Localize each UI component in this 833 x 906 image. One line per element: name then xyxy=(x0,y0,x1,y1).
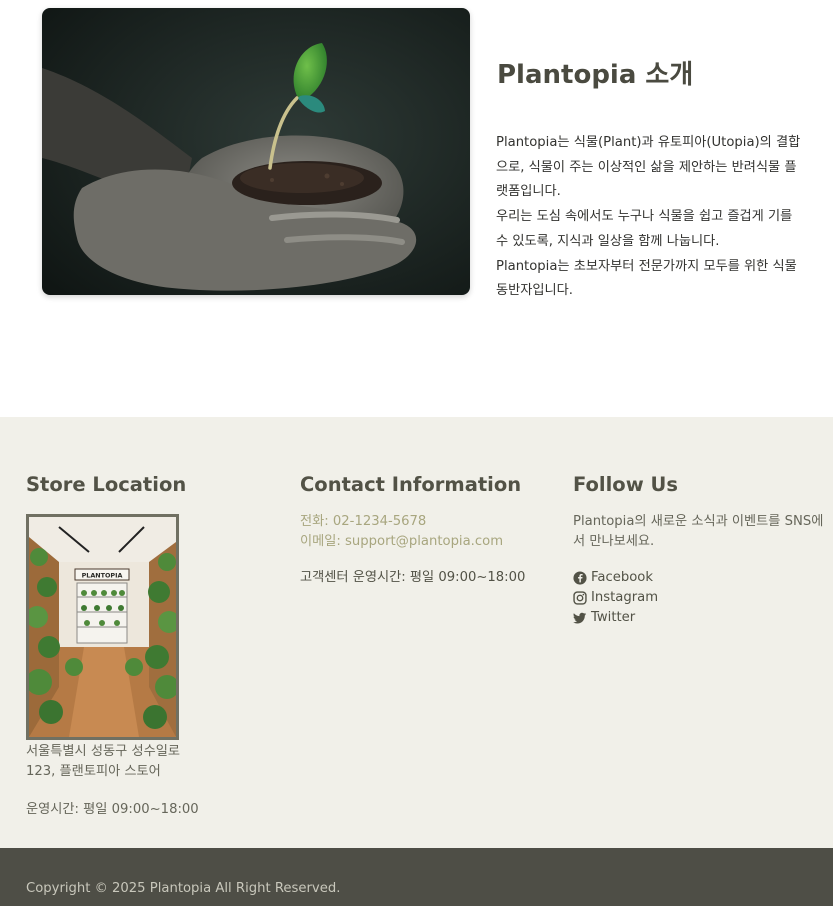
about-paragraph: 우리는 도심 속에서도 누구나 식물을 쉽고 즐겁게 기를 수 있도록, 지식과… xyxy=(496,209,793,249)
twitter-label: Twitter xyxy=(591,610,636,625)
footer: Store Location PLANTOPIA 서울특별시 성동구 성수일로 … xyxy=(0,417,833,848)
twitter-icon xyxy=(573,612,587,624)
about-paragraph: Plantopia는 초보자부터 전문가까지 모두를 위한 식물 동반자입니다. xyxy=(496,258,797,299)
contact-phone[interactable]: 전화: 02-1234-5678 xyxy=(300,512,503,532)
instagram-link[interactable]: Instagram xyxy=(573,588,658,608)
store-photo: PLANTOPIA xyxy=(26,514,179,740)
store-location-heading: Store Location xyxy=(26,473,187,496)
facebook-link[interactable]: Facebook xyxy=(573,568,658,588)
store-sign-text: PLANTOPIA xyxy=(82,572,123,580)
contact-column: Contact Information 전화: 02-1234-5678 이메일… xyxy=(300,473,560,585)
follow-column: Follow Us Plantopia의 새로운 소식과 이벤트를 SNS에서 … xyxy=(573,473,833,625)
customer-service-hours: 고객센터 운영시간: 평일 09:00~18:00 xyxy=(300,570,526,585)
store-address: 서울특별시 성동구 성수일로 123, 플랜토피아 스토어 xyxy=(26,744,180,779)
contact-email[interactable]: 이메일: support@plantopia.com xyxy=(300,532,503,552)
social-links: Facebook Instagram Twitter xyxy=(573,568,658,628)
about-paragraph: Plantopia는 식물(Plant)과 유토피아(Utopia)의 결합으로… xyxy=(496,135,801,200)
about-description: Plantopia는 식물(Plant)과 유토피아(Utopia)의 결합으로… xyxy=(496,131,808,304)
seedling-hands-image xyxy=(42,8,470,295)
store-hours: 운영시간: 평일 09:00~18:00 xyxy=(26,802,199,817)
copyright-text: Copyright © 2025 Plantopia All Right Res… xyxy=(26,881,341,896)
follow-heading: Follow Us xyxy=(573,473,678,496)
twitter-link[interactable]: Twitter xyxy=(573,608,658,628)
instagram-icon xyxy=(573,591,587,605)
follow-description: Plantopia의 새로운 소식과 이벤트를 SNS에서 만나보세요. xyxy=(573,514,824,549)
contact-heading: Contact Information xyxy=(300,473,522,496)
store-location-column: Store Location PLANTOPIA 서울특별시 성동구 성수일로 … xyxy=(26,473,266,817)
copyright-bar: Copyright © 2025 Plantopia All Right Res… xyxy=(0,848,833,906)
instagram-label: Instagram xyxy=(591,590,659,605)
about-title: Plantopia 소개 xyxy=(497,60,694,90)
facebook-label: Facebook xyxy=(591,570,653,585)
contact-list: 전화: 02-1234-5678 이메일: support@plantopia.… xyxy=(300,512,503,552)
about-section: Plantopia 소개 Plantopia는 식물(Plant)과 유토피아(… xyxy=(0,0,833,417)
facebook-icon xyxy=(573,571,587,585)
